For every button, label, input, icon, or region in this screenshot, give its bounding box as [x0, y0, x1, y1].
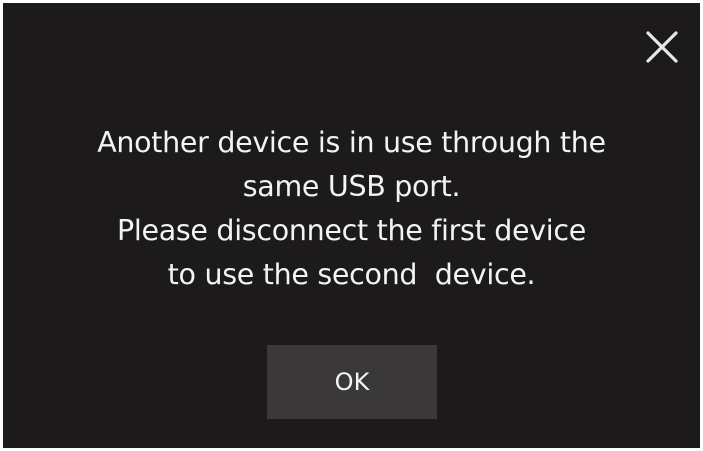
message-line: same USB port.	[242, 170, 461, 203]
message-line: Another device is in use through the	[97, 126, 606, 159]
close-button[interactable]	[642, 29, 682, 69]
ok-button[interactable]: OK	[267, 345, 437, 419]
usb-device-dialog: Another device is in use through the sam…	[3, 3, 700, 448]
message-line: to use the second device.	[167, 258, 536, 291]
close-icon	[644, 29, 680, 70]
message-line: Please disconnect the first device	[116, 214, 587, 247]
dialog-message: Another device is in use through the sam…	[43, 121, 660, 297]
